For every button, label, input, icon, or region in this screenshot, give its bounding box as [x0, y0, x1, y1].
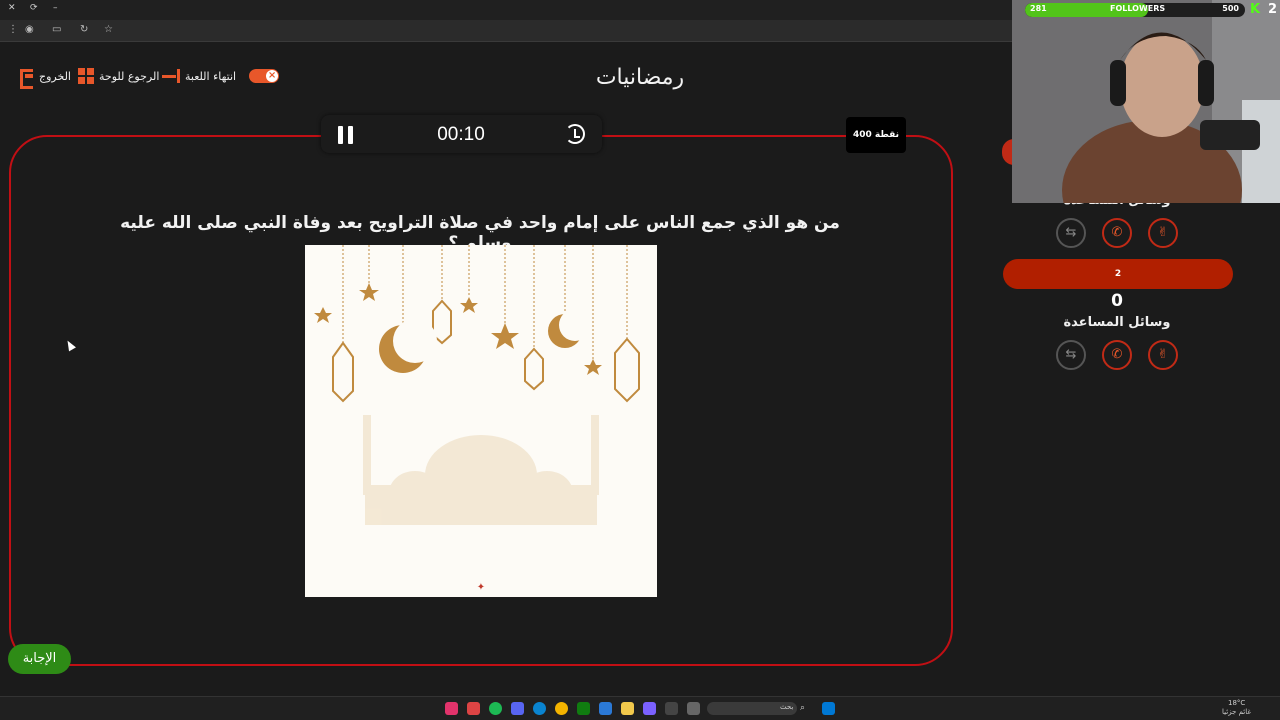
show-answer-button[interactable]: الإجابة: [8, 644, 71, 674]
discord-icon[interactable]: [511, 702, 524, 715]
hand-helper-icon[interactable]: ✌: [1148, 218, 1178, 248]
page-title: رمضانيات: [595, 65, 685, 90]
phone-helper-icon[interactable]: ✆: [1102, 218, 1132, 248]
kick-count: 2: [1268, 2, 1278, 17]
weather-description: غائم جزئيا: [1222, 708, 1252, 716]
bookmark-star-icon[interactable]: ☆: [104, 24, 113, 35]
close-icon[interactable]: ✕: [8, 3, 16, 13]
webcam-overlay: [1012, 0, 1280, 203]
menu-icon[interactable]: ⋮: [8, 24, 18, 35]
windows-start-icon[interactable]: [822, 702, 835, 715]
refresh-icon[interactable]: ↻: [80, 24, 88, 35]
app-icon[interactable]: [467, 702, 480, 715]
exit-button[interactable]: الخروج: [18, 67, 71, 89]
end-label: انتهاء اللعبة: [185, 69, 237, 83]
timer-bar: 00:10: [321, 115, 602, 153]
exit-icon: [18, 68, 34, 89]
back-to-board-button[interactable]: الرجوع للوحة: [78, 67, 159, 85]
followers-label: FOLLOWERS: [1110, 4, 1166, 13]
grid-icon: [78, 68, 94, 84]
end-game-icon: [162, 69, 180, 83]
reload-icon[interactable]: ⟳: [30, 3, 38, 13]
tiktok-icon[interactable]: [445, 702, 458, 715]
browser-toolbar: ⋮ ◉ ▭ ↻ ☆: [0, 20, 1012, 42]
end-game-button[interactable]: انتهاء اللعبة: [162, 67, 280, 85]
swap-helper-icon[interactable]: ⇆: [1056, 218, 1086, 248]
shield-icon[interactable]: ◉: [25, 24, 34, 35]
team1-helpers: ⇆ ✆ ✌: [1056, 218, 1178, 248]
team2-score: 0: [1111, 291, 1123, 311]
kick-logo-icon: K: [1250, 2, 1261, 17]
sidebar-icon[interactable]: ▭: [52, 24, 61, 35]
points-badge: 400 نقطة: [846, 117, 906, 153]
search-icon: ⌕: [800, 703, 806, 713]
edge-icon[interactable]: [533, 702, 546, 715]
swap-helper-icon[interactable]: ⇆: [1056, 340, 1086, 370]
file-explorer-icon[interactable]: [621, 702, 634, 715]
followers-current: 281: [1030, 4, 1047, 13]
back-label: الرجوع للوحة: [99, 69, 160, 83]
game-page: رمضانيات الخروج الرجوع للوحة انتهاء اللع…: [0, 43, 1012, 696]
app2-icon[interactable]: [599, 702, 612, 715]
app4-icon[interactable]: [665, 702, 678, 715]
team2-helpers: ⇆ ✆ ✌: [1056, 340, 1178, 370]
search-placeholder: بحث: [780, 703, 794, 711]
phone-helper-icon[interactable]: ✆: [1102, 340, 1132, 370]
minimize-icon[interactable]: –: [53, 3, 58, 13]
xbox-icon[interactable]: [577, 702, 590, 715]
chrome-icon[interactable]: [555, 702, 568, 715]
taskbar: بحث ⌕ 18°C غائم جزئيا: [0, 696, 1280, 720]
weather-temp: 18°C: [1228, 699, 1246, 707]
question-image: ✦: [305, 245, 657, 597]
followers-goal-bar: 281 FOLLOWERS 500: [1025, 3, 1245, 17]
browser-titlebar: ✕ ⟳ –: [0, 0, 1012, 20]
reset-timer-icon[interactable]: [565, 124, 585, 144]
streamer-webcam-image: [1012, 0, 1280, 203]
spotify-icon[interactable]: [489, 702, 502, 715]
exit-label: الخروج: [39, 69, 71, 83]
ramadan-lantern-illustration: ✦: [305, 245, 657, 597]
end-game-toggle[interactable]: [249, 69, 280, 83]
hand-helper-icon[interactable]: ✌: [1148, 340, 1178, 370]
pause-icon[interactable]: [338, 126, 354, 144]
team2-helpers-label: وسائل المساعدة: [1063, 315, 1171, 330]
app5-icon[interactable]: [687, 702, 700, 715]
team2-name-pill: 2: [1003, 259, 1233, 289]
followers-goal: 500: [1222, 4, 1239, 13]
app3-icon[interactable]: [643, 702, 656, 715]
svg-text:✦: ✦: [477, 582, 485, 593]
timer-display: 00:10: [437, 124, 485, 145]
